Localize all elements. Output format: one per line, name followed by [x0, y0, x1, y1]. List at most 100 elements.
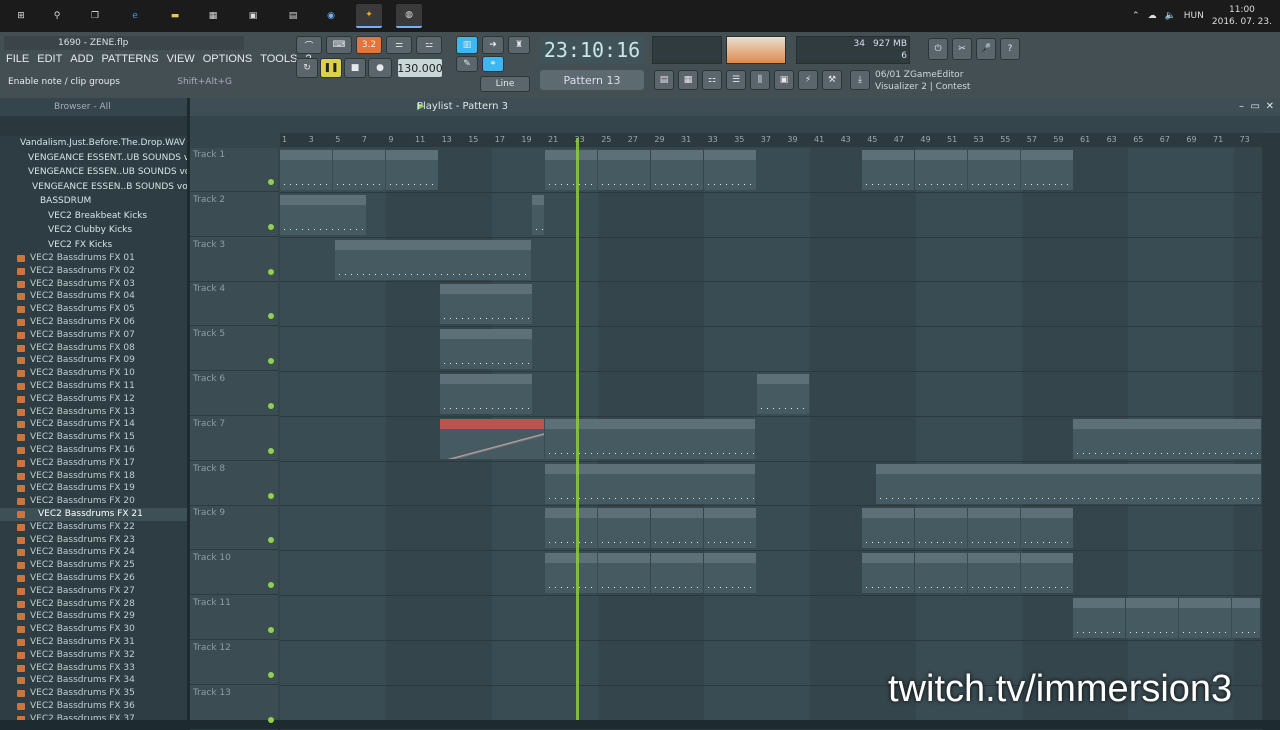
typing-keyboard-button[interactable]: ⌨ — [326, 36, 352, 54]
playlist-clip[interactable]: Pattern 3 — [651, 150, 703, 190]
browser-file[interactable]: VEC2 Bassdrums FX 15 — [0, 431, 187, 444]
edge-icon[interactable]: e — [122, 4, 148, 28]
browser-file[interactable]: VEC2 Bassdrums FX 32 — [0, 649, 187, 662]
playlist-clip[interactable]: Pattern 10 — [862, 553, 914, 594]
menu-edit[interactable]: EDIT — [35, 53, 64, 69]
browser-file[interactable]: VEC2 Bassdrums FX 24 — [0, 546, 187, 559]
browser-file[interactable]: VEC2 Bassdrums FX 30 — [0, 623, 187, 636]
download-icon[interactable]: ⤓ — [850, 70, 870, 90]
search-icon[interactable]: ⚲ — [44, 4, 70, 28]
browser-file[interactable]: VEC2 Bassdrums FX 29 — [0, 610, 187, 623]
browser-file[interactable]: VEC2 Bassdrums FX 16 — [0, 444, 187, 457]
browser-file[interactable]: VEC2 Bassdrums FX 22 — [0, 521, 187, 534]
track-header[interactable]: Track 5 — [190, 327, 278, 372]
draw-tool-icon[interactable]: ✎ — [456, 56, 478, 72]
track-header[interactable]: Track 7 — [190, 417, 278, 461]
playlist-clip[interactable]: Pattern 9 — [545, 508, 597, 549]
browser-folder[interactable]: VEC2 FX Kicks — [0, 238, 187, 253]
countdown-button[interactable]: ⚍ — [416, 36, 442, 54]
browser-folder[interactable]: VEC2 Clubby Kicks — [0, 223, 187, 238]
track-mute-led[interactable] — [268, 268, 274, 275]
task-view-icon[interactable]: ❐ — [82, 4, 108, 28]
fl-studio-icon[interactable]: ✦ — [356, 4, 382, 28]
track-header[interactable]: Track 9 — [190, 506, 278, 551]
mic-icon[interactable]: 🎤 — [976, 38, 996, 60]
stop-button[interactable]: ■ — [344, 58, 366, 78]
playlist-clip[interactable]: Pattern 10 — [1021, 553, 1073, 594]
playlist-clip[interactable]: Pattern 3 — [333, 150, 385, 190]
menu-tools[interactable]: TOOLS — [258, 53, 299, 69]
track-mute-led[interactable] — [268, 627, 274, 633]
playlist-clip[interactable] — [335, 239, 531, 280]
playlist-clip[interactable]: Pattern 3 — [386, 150, 438, 190]
app-icon[interactable]: ▣ — [240, 4, 266, 28]
project-icon[interactable]: ▣ — [774, 70, 794, 90]
playlist-clip[interactable]: Pattern 9 — [598, 508, 650, 549]
playlist-clip[interactable]: Pattern 7 — [440, 374, 532, 414]
playlist-clip[interactable]: Pattern 12 — [1179, 598, 1231, 638]
browser-file[interactable]: VEC2 Bassdrums FX 27 — [0, 585, 187, 598]
clock[interactable]: 11:00 2016. 07. 23. — [1212, 4, 1272, 28]
browser-folder[interactable]: BASSDRUM — [0, 194, 187, 209]
tools-icon[interactable]: ⚒ — [822, 70, 842, 90]
channel-rack-icon[interactable]: ⚏ — [702, 70, 722, 90]
track-mute-led[interactable] — [268, 537, 274, 544]
browser-file[interactable]: VEC2 Bassdrums FX 37 — [0, 713, 187, 720]
playlist-clip[interactable]: Pattern 9 — [862, 508, 914, 549]
volume-icon[interactable]: 🔈 — [1165, 11, 1176, 21]
news-panel[interactable]: 06/01 ZGameEditor Visualizer 2 | Contest — [875, 69, 970, 93]
pause-button[interactable]: ❚❚ — [320, 58, 342, 78]
menu-patterns[interactable]: PATTERNS — [100, 53, 161, 69]
browser-folder[interactable]: Vandalism.Just.Before.The.Drop.WAV — [0, 136, 187, 151]
playlist-clip[interactable]: Pattern 10 — [651, 553, 703, 594]
browser-file[interactable]: VEC2 Bassdrums FX 31 — [0, 636, 187, 649]
playlist-clip[interactable]: Pattern 10 — [704, 553, 756, 594]
playlist-clip[interactable]: Pattern 3 — [280, 150, 332, 190]
pattern-mode-button[interactable]: ⌒ — [296, 36, 322, 54]
playlist-clip[interactable]: Pattern 9 — [651, 508, 703, 549]
cut-icon[interactable]: ✂ — [952, 38, 972, 60]
metronome-button[interactable]: ⚌ — [386, 36, 412, 54]
track-header[interactable]: Track 8 — [190, 462, 278, 506]
browser-file[interactable]: VEC2 Bassdrums FX 13 — [0, 406, 187, 419]
track-mute-led[interactable] — [268, 447, 274, 454]
browser-file[interactable]: VEC2 Bassdrums FX 02 — [0, 265, 187, 278]
playlist-clip[interactable]: Pattern 3 — [704, 150, 756, 190]
browser-file[interactable]: VEC2 Bassdrums FX 18 — [0, 470, 187, 483]
timeline-ruler[interactable]: 1 3 5 7 9 11 13 15 17 19 21 23 25 27 29 31 33 35 37 39 41 43 4… — [280, 133, 1262, 147]
track-mute-led[interactable] — [268, 313, 274, 320]
piano-roll-icon[interactable]: ▦ — [678, 70, 698, 90]
track-header[interactable]: Track 13 — [190, 686, 278, 730]
playlist-clip[interactable] — [532, 194, 544, 235]
playlist-clip[interactable]: VEC2..X 21 — [757, 374, 809, 414]
playlist-view-icon[interactable]: ▥ — [456, 36, 478, 54]
playlist-clip[interactable]: Pattern 12 — [1073, 598, 1125, 638]
mixer-icon[interactable]: ⫼ — [750, 70, 770, 90]
playlist-clip[interactable]: Pattern 9 — [704, 508, 756, 549]
track-mute-led[interactable] — [268, 403, 274, 409]
browser-file[interactable]: VEC2 Bassdrums FX 17 — [0, 457, 187, 470]
steam-icon[interactable]: ◉ — [318, 4, 344, 28]
playlist-clip[interactable]: Pattern 10 — [915, 553, 967, 594]
playlist-clip[interactable]: Pattern 3 — [968, 150, 1020, 190]
browser-file[interactable]: VEC2 Bassdrums FX 03 — [0, 278, 187, 291]
link-icon[interactable]: ⚭ — [482, 56, 504, 72]
plugin-icon[interactable]: ⚡ — [798, 70, 818, 90]
help-icon[interactable]: ? — [1000, 38, 1020, 60]
track-mute-led[interactable] — [268, 492, 274, 499]
browser-file[interactable]: VEC2 Bassdrums FX 23 — [0, 534, 187, 547]
track-header[interactable]: Track 11 — [190, 596, 278, 640]
browser-file[interactable]: VEC2 Bassdrums FX 26 — [0, 572, 187, 585]
app2-icon[interactable]: ▤ — [280, 4, 306, 28]
browser-file[interactable]: VEC2 Bassdrums FX 08 — [0, 342, 187, 355]
windows-start-icon[interactable]: ⊞ — [8, 4, 34, 28]
playlist-clip[interactable]: Pattern 5 — [440, 284, 532, 325]
playlist-clip[interactable] — [876, 463, 1261, 504]
playlist-clip[interactable]: Pattern 10 — [598, 553, 650, 594]
vertical-scrollbar[interactable] — [1262, 133, 1280, 720]
playlist-clip[interactable]: Pattern 6 — [440, 329, 532, 370]
playlist-clip[interactable]: Pattern 3 — [598, 150, 650, 190]
browser-icon[interactable]: ☰ — [726, 70, 746, 90]
track-mute-led[interactable] — [268, 223, 274, 230]
playlist-clip[interactable]: Pattern 12 — [1126, 598, 1178, 638]
